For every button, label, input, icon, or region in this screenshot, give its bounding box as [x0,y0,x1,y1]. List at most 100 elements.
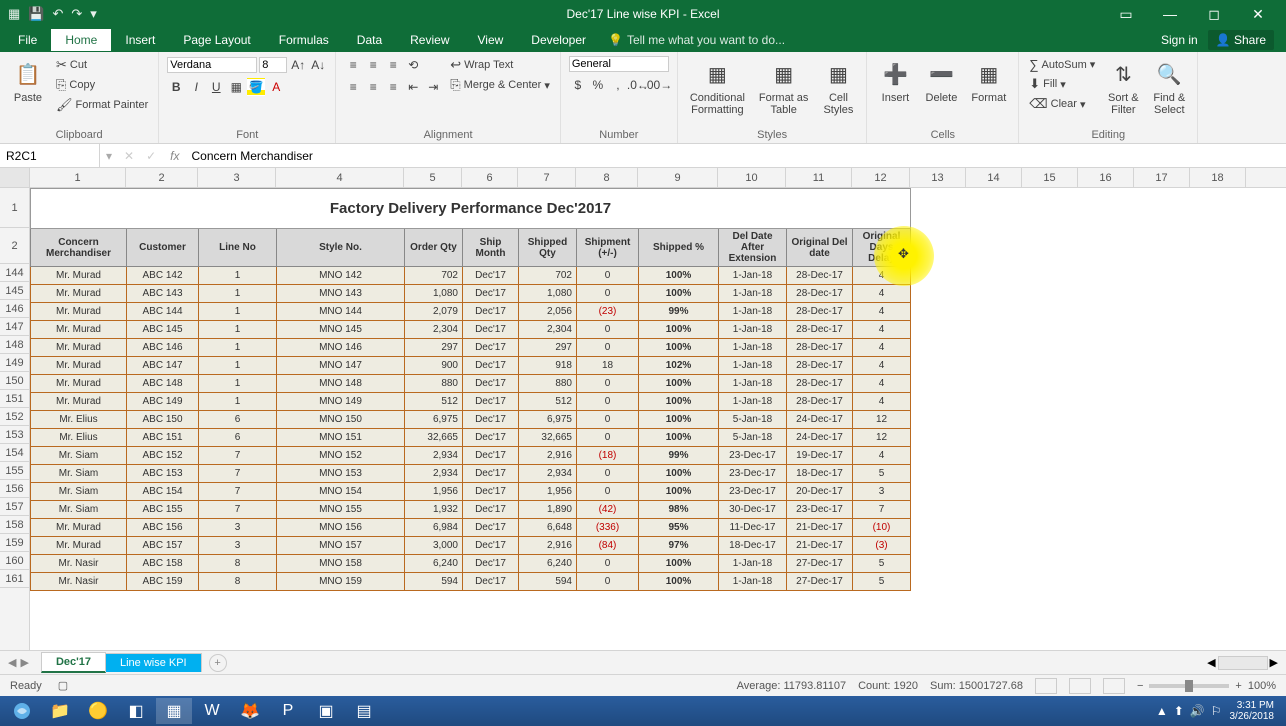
table-cell[interactable]: 28-Dec-17 [787,393,853,411]
table-cell[interactable]: 2,916 [519,447,577,465]
close-icon[interactable]: ✕ [1238,6,1278,23]
indent-increase-button[interactable]: ⇥ [424,78,442,96]
table-cell[interactable]: ABC 155 [127,501,199,519]
table-cell[interactable]: 0 [577,321,639,339]
fill-button[interactable]: ⬇Fill ▾ [1027,75,1097,93]
table-cell[interactable]: 100% [639,267,719,285]
table-cell[interactable]: 0 [577,375,639,393]
zoom-level[interactable]: 100% [1248,680,1276,692]
table-cell[interactable]: 11-Dec-17 [719,519,787,537]
table-header[interactable]: Line No [199,229,277,267]
table-cell[interactable]: (84) [577,537,639,555]
column-header[interactable]: 16 [1078,168,1134,187]
table-cell[interactable]: ABC 150 [127,411,199,429]
table-cell[interactable]: 702 [405,267,463,285]
table-cell[interactable]: 1-Jan-18 [719,357,787,375]
save-icon[interactable]: 💾 [28,6,44,22]
accept-formula-icon[interactable]: ✓ [140,149,162,163]
table-cell[interactable]: 4 [853,267,911,285]
column-header[interactable]: 12 [852,168,910,187]
align-left-button[interactable]: ≡ [344,78,362,96]
table-cell[interactable]: MNO 150 [277,411,405,429]
table-cell[interactable]: 0 [577,411,639,429]
table-cell[interactable]: 23-Dec-17 [719,483,787,501]
tab-data[interactable]: Data [343,29,396,51]
font-size-input[interactable] [259,57,287,73]
table-cell[interactable]: 99% [639,303,719,321]
table-cell[interactable]: Dec'17 [463,411,519,429]
table-cell[interactable]: 6,984 [405,519,463,537]
name-box[interactable] [0,144,100,167]
view-normal-button[interactable] [1035,678,1057,694]
column-header[interactable]: 1 [30,168,126,187]
table-cell[interactable]: 1-Jan-18 [719,573,787,591]
table-cell[interactable]: 4 [853,447,911,465]
table-cell[interactable]: 880 [405,375,463,393]
column-header[interactable]: 2 [126,168,198,187]
table-header[interactable]: Shipped Qty [519,229,577,267]
table-cell[interactable]: 7 [199,483,277,501]
row-header[interactable]: 2 [0,228,29,264]
table-cell[interactable]: 100% [639,429,719,447]
table-cell[interactable]: Dec'17 [463,285,519,303]
share-button[interactable]: 👤 Share [1208,30,1274,50]
table-cell[interactable]: 0 [577,339,639,357]
tab-formulas[interactable]: Formulas [265,29,343,51]
table-cell[interactable]: 100% [639,573,719,591]
table-cell[interactable]: 24-Dec-17 [787,429,853,447]
align-top-button[interactable]: ≡ [344,56,362,74]
column-header[interactable]: 10 [718,168,786,187]
table-cell[interactable]: 4 [853,375,911,393]
horizontal-scroll[interactable]: ◀ ▶ [1207,656,1278,670]
table-cell[interactable]: 1 [199,339,277,357]
table-cell[interactable]: Mr. Elius [31,429,127,447]
table-cell[interactable]: 0 [577,267,639,285]
column-header[interactable]: 13 [910,168,966,187]
table-cell[interactable]: 297 [405,339,463,357]
table-cell[interactable]: Dec'17 [463,321,519,339]
table-cell[interactable]: 594 [519,573,577,591]
zoom-in-icon[interactable]: + [1235,680,1241,692]
table-cell[interactable]: 4 [853,321,911,339]
table-cell[interactable]: 0 [577,573,639,591]
table-cell[interactable]: MNO 151 [277,429,405,447]
column-header[interactable]: 15 [1022,168,1078,187]
redo-icon[interactable]: ↷ [71,6,82,22]
table-cell[interactable]: 5 [853,465,911,483]
table-cell[interactable]: MNO 146 [277,339,405,357]
percent-button[interactable]: % [589,76,607,94]
table-cell[interactable]: MNO 147 [277,357,405,375]
tab-review[interactable]: Review [396,29,463,51]
table-header[interactable]: Concern Merchandiser [31,229,127,267]
row-header[interactable]: 1 [0,188,29,228]
table-cell[interactable]: 5-Jan-18 [719,429,787,447]
taskbar-firefox[interactable]: 🦊 [232,698,268,724]
undo-icon[interactable]: ↶ [52,6,63,22]
table-cell[interactable]: 12 [853,429,911,447]
table-cell[interactable]: 1-Jan-18 [719,393,787,411]
table-cell[interactable]: Dec'17 [463,303,519,321]
table-cell[interactable]: 4 [853,303,911,321]
table-cell[interactable]: (23) [577,303,639,321]
table-cell[interactable]: 100% [639,555,719,573]
delete-button[interactable]: ➖Delete [921,56,961,106]
table-cell[interactable]: 1-Jan-18 [719,303,787,321]
row-header[interactable]: 148 [0,336,29,354]
table-cell[interactable]: 102% [639,357,719,375]
table-cell[interactable]: Dec'17 [463,519,519,537]
table-cell[interactable]: 7 [199,501,277,519]
row-header[interactable]: 156 [0,480,29,498]
table-cell[interactable]: MNO 157 [277,537,405,555]
table-cell[interactable]: 1 [199,393,277,411]
tray-flag-icon[interactable]: ⚐ [1211,704,1222,718]
tray-network-icon[interactable]: ⬆ [1174,704,1184,718]
number-format-input[interactable] [569,56,669,72]
table-cell[interactable]: 19-Dec-17 [787,447,853,465]
table-cell[interactable]: 4 [853,393,911,411]
wrap-text-button[interactable]: ↩Wrap Text [448,56,552,74]
table-cell[interactable]: 0 [577,393,639,411]
table-cell[interactable]: Dec'17 [463,429,519,447]
table-cell[interactable]: 18-Dec-17 [719,537,787,555]
row-header[interactable]: 149 [0,354,29,372]
minimize-icon[interactable]: — [1150,6,1190,22]
